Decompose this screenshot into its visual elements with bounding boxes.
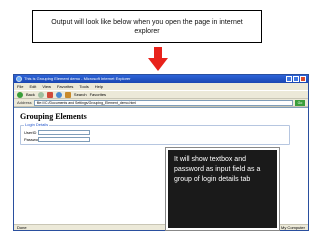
search-button[interactable]: Search [74, 92, 87, 97]
home-icon[interactable] [64, 91, 71, 98]
fieldset-legend: Login Details [24, 122, 50, 127]
address-input[interactable]: file:///C:/Documents and Settings/Groupi… [33, 99, 293, 106]
browser-title: This is Grouping Element demo - Microsof… [24, 76, 131, 81]
password-input[interactable] [38, 136, 90, 142]
password-row: Password [24, 136, 90, 142]
userid-input[interactable] [38, 129, 90, 135]
back-icon[interactable] [17, 91, 23, 98]
browser-titlebar: This is Grouping Element demo - Microsof… [14, 75, 308, 83]
refresh-icon[interactable] [55, 91, 62, 98]
status-text: Done [17, 225, 27, 230]
menu-file[interactable]: File [17, 83, 23, 90]
menu-view[interactable]: View [42, 83, 51, 90]
favorites-button[interactable]: Favorites [90, 92, 106, 97]
status-zone: My Computer [280, 225, 305, 230]
callout-box: It will show textbox and password as inp… [165, 147, 280, 231]
menu-favorites[interactable]: Favorites [57, 83, 73, 90]
userid-label: UserID [24, 129, 37, 135]
password-label: Password [24, 136, 42, 142]
address-label: Address [17, 100, 32, 105]
close-button[interactable] [300, 76, 306, 82]
minimize-button[interactable] [286, 76, 292, 82]
userid-row: UserID [24, 129, 90, 135]
menu-tools[interactable]: Tools [79, 83, 88, 90]
toolbar: Back Search Favorites [14, 90, 308, 99]
down-arrow-icon [148, 47, 168, 71]
caption-text: Output will look like below when you ope… [51, 18, 243, 35]
page-heading: Grouping Elements [20, 112, 87, 121]
menu-bar: File Edit View Favorites Tools Help [14, 83, 308, 90]
back-label[interactable]: Back [26, 92, 35, 97]
menu-help[interactable]: Help [95, 83, 103, 90]
go-button[interactable]: Go [295, 99, 305, 106]
address-bar: Address file:///C:/Documents and Setting… [14, 99, 308, 107]
caption-box: Output will look like below when you ope… [32, 10, 262, 43]
menu-edit[interactable]: Edit [29, 83, 36, 90]
callout-text: It will show textbox and password as inp… [174, 156, 261, 183]
forward-icon[interactable] [37, 91, 44, 98]
login-fieldset: Login Details UserID Password [20, 122, 290, 145]
maximize-button[interactable] [293, 76, 299, 82]
stop-icon[interactable] [46, 91, 53, 98]
ie-icon [16, 76, 22, 82]
window-controls [286, 76, 306, 82]
